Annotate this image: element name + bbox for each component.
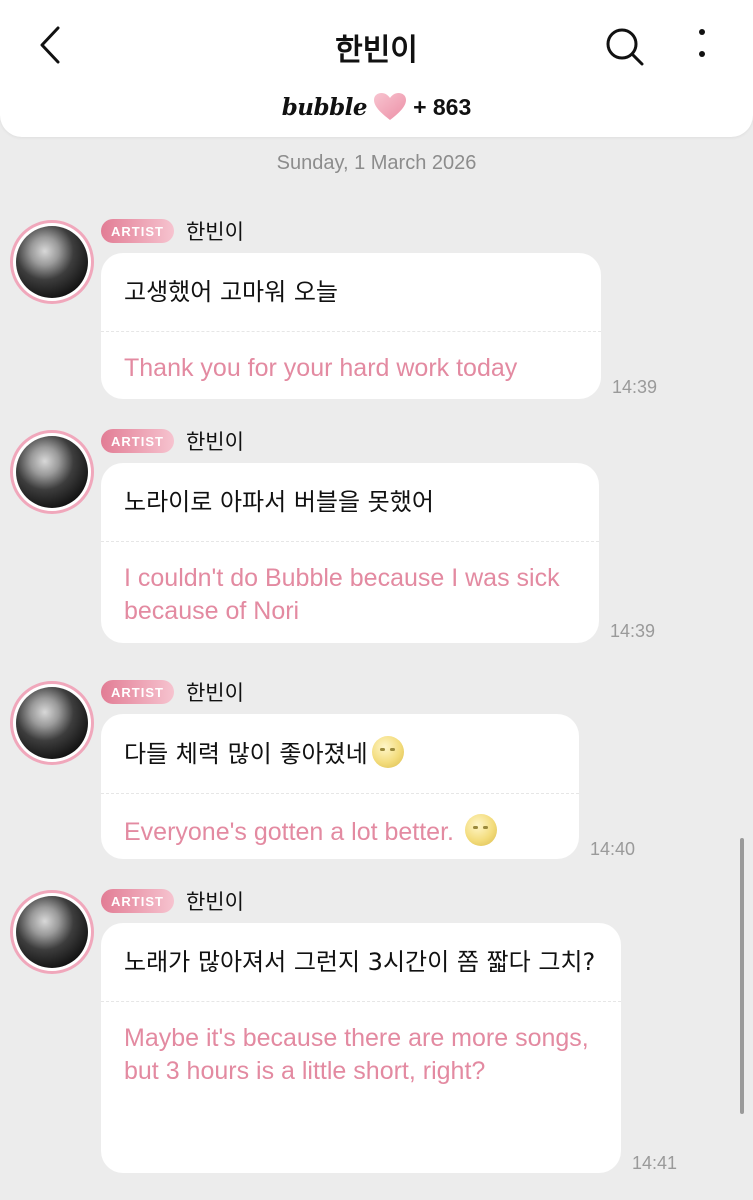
artist-badge: ARTIST (101, 889, 174, 913)
avatar[interactable] (10, 681, 94, 765)
message-korean-text: 고생했어 고마워 오늘 (124, 278, 338, 306)
artist-badge: ARTIST (101, 680, 174, 704)
sender-name: 한빈이 (185, 890, 244, 914)
search-icon (606, 28, 644, 66)
message-time: 14:41 (632, 1153, 678, 1173)
message-item: ARTIST 한빈이 노래가 많아져서 그런지 3시간이 쫌 짧다 그치? Ma… (0, 888, 753, 1178)
message-bubble[interactable]: 노래가 많아져서 그런지 3시간이 쫌 짧다 그치? Maybe it's be… (101, 923, 621, 1173)
message-item: ARTIST 한빈이 고생했어 고마워 오늘 Thank you for you… (0, 218, 753, 403)
bubble-count: + 863 (413, 93, 472, 120)
message-time: 14:40 (590, 839, 636, 859)
message-time: 14:39 (610, 621, 656, 641)
message-bubble[interactable]: 다들 체력 많이 좋아졌네 Everyone's gotten a lot be… (101, 714, 579, 859)
message-item: ARTIST 한빈이 노라이로 아파서 버블을 못했어 I couldn't d… (0, 428, 753, 646)
sender-name: 한빈이 (185, 430, 244, 454)
avatar[interactable] (10, 890, 94, 974)
moon-face-emoji-icon (371, 736, 404, 768)
heart-icon (374, 93, 407, 120)
date-separator: Sunday, 1 March 2026 (276, 152, 477, 174)
message-translation: Everyone's gotten a lot better. (124, 818, 454, 846)
message-korean-text: 노래가 많아져서 그런지 3시간이 쫌 짧다 그치? (124, 948, 596, 976)
message-korean-text: 노라이로 아파서 버블을 못했어 (124, 488, 434, 516)
message-bubble[interactable]: 노라이로 아파서 버블을 못했어 I couldn't do Bubble be… (101, 463, 599, 643)
artist-badge: ARTIST (101, 429, 174, 453)
message-translation: I couldn't do Bubble because I was sick … (124, 564, 560, 625)
chat-header: 한빈이 bubble + 863 (0, 0, 753, 137)
bubble-logo: bubble (281, 93, 368, 121)
bubble-status: bubble + 863 (0, 92, 753, 122)
message-item: ARTIST 한빈이 다들 체력 많이 좋아졌네 Everyone's gott… (0, 679, 753, 864)
sender-name: 한빈이 (185, 681, 244, 705)
more-options-button[interactable] (688, 24, 716, 64)
message-bubble[interactable]: 고생했어 고마워 오늘 Thank you for your hard work… (101, 253, 601, 399)
avatar[interactable] (10, 220, 94, 304)
moon-face-emoji-icon (464, 814, 497, 846)
scrollbar[interactable] (740, 838, 744, 1114)
message-translation: Thank you for your hard work today (124, 354, 518, 382)
more-vertical-icon (699, 29, 705, 57)
message-korean-text: 다들 체력 많이 좋아졌네 (124, 740, 368, 768)
avatar[interactable] (10, 430, 94, 514)
artist-badge: ARTIST (101, 219, 174, 243)
search-button[interactable] (602, 24, 648, 70)
message-time: 14:39 (612, 377, 658, 397)
sender-name: 한빈이 (185, 220, 244, 244)
message-translation: Maybe it's because there are more songs,… (124, 1024, 589, 1085)
